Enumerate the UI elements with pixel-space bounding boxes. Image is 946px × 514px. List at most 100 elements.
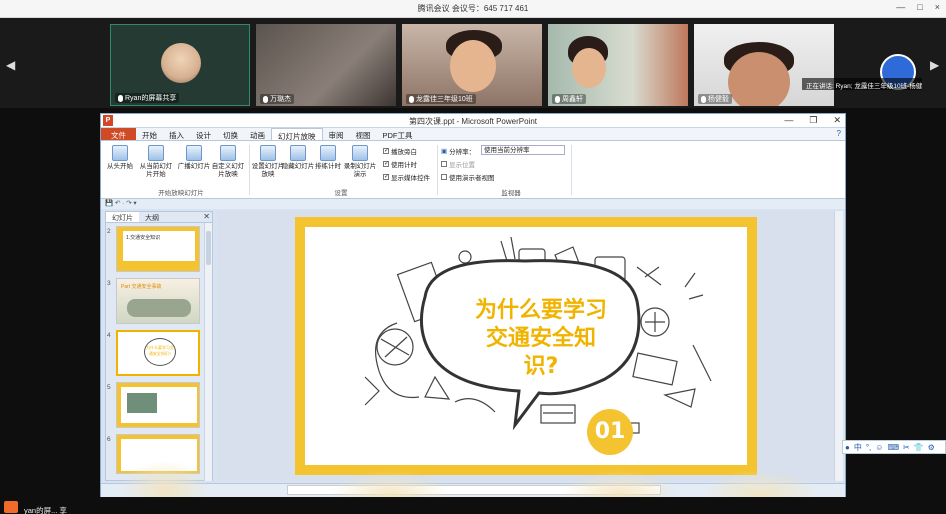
ime-skin-icon[interactable]: 👕: [914, 443, 924, 452]
slide-thumb-5[interactable]: [116, 382, 200, 428]
slide-canvas: 为什么要学习交通安全知识? 01: [217, 211, 843, 481]
tab-outline[interactable]: 大纲: [139, 212, 165, 222]
speaking-indicator: 正在讲话: Ryan; 龙露佳三年级10班-杨健毅: [802, 78, 922, 90]
custom-show-button[interactable]: 自定义幻灯片放映: [209, 145, 247, 179]
maximize-button[interactable]: □: [917, 2, 922, 12]
hide-slide-button[interactable]: 隐藏幻灯片: [281, 145, 315, 171]
checkbox-play-narrations[interactable]: ✓ 播放旁白: [383, 146, 417, 156]
tab-view[interactable]: 视图: [350, 128, 377, 140]
checkbox-show-on[interactable]: 显示位置: [441, 159, 475, 169]
tab-slide-show[interactable]: 幻灯片放映: [271, 128, 323, 141]
participant-name: Ryan的屏幕共享: [125, 95, 177, 102]
minimize-button[interactable]: —: [896, 2, 905, 12]
setup-show-button[interactable]: 设置幻灯片放映: [251, 145, 285, 179]
tab-slides[interactable]: 幻灯片: [106, 212, 139, 222]
tab-home[interactable]: 开始: [136, 128, 163, 140]
checkbox-use-timings[interactable]: ✓ 使用计时: [383, 159, 417, 169]
timer-icon: [320, 145, 336, 161]
slide-number: 5: [107, 384, 111, 391]
mic-icon: [701, 95, 706, 103]
from-beginning-button[interactable]: 从头开始: [103, 145, 137, 171]
mic-icon: [263, 95, 268, 103]
ime-scissors-icon[interactable]: ✂: [903, 443, 910, 452]
tab-pdf-tools[interactable]: PDF工具: [377, 128, 419, 140]
rehearse-timings-button[interactable]: 排练计时: [311, 145, 345, 171]
tab-design[interactable]: 设计: [190, 128, 217, 140]
record-icon: [352, 145, 368, 161]
share-label: yan的屏... 享: [24, 506, 67, 514]
tab-animations[interactable]: 动画: [244, 128, 271, 140]
mic-icon: [118, 94, 123, 102]
ime-settings-icon[interactable]: ⚙: [928, 443, 935, 452]
record-show-button[interactable]: 录制幻灯片演示: [343, 145, 377, 179]
participant-name: 龙露佳三年级10班: [416, 96, 473, 103]
avatar: [161, 43, 201, 83]
participant-name: 杨健毅: [708, 96, 729, 103]
play-current-icon: [148, 145, 164, 161]
tab-file[interactable]: 文件: [101, 128, 136, 140]
ribbon-tabs: 文件 开始 插入 设计 切换 动画 幻灯片放映 审阅 视图 PDF工具 ?: [101, 128, 845, 141]
slide-number: 6: [107, 436, 111, 443]
ime-emoji-icon[interactable]: ☺: [875, 443, 883, 452]
video-strip: ◀ ▶ Ryan的屏幕共享 万璐杰 龙露佳三年级10班 周鑫轩 杨健毅 正在讲话…: [0, 18, 946, 108]
help-icon[interactable]: ?: [837, 129, 841, 138]
slide-title: 为什么要学习交通安全知识?: [474, 298, 607, 379]
hide-slide-icon: [290, 145, 306, 161]
ppt-close-button[interactable]: ✕: [833, 115, 841, 126]
powerpoint-window: P 第四次课.ppt - Microsoft PowerPoint — ❐ ✕ …: [100, 113, 846, 497]
share-app-icon[interactable]: [4, 501, 18, 513]
close-pane-icon[interactable]: ✕: [203, 212, 210, 221]
resolution-dropdown[interactable]: 使用当前分辨率: [481, 145, 565, 155]
ribbon: 从头开始 从当前幻灯片开始 广播幻灯片 自定义幻灯片放映 开始放映幻灯片 设置幻…: [101, 141, 845, 199]
ime-toolbar: ● 中 °, ☺ ⌨ ✂ 👕 ⚙: [842, 440, 946, 454]
from-current-button[interactable]: 从当前幻灯片开始: [137, 145, 175, 179]
play-icon: [112, 145, 128, 161]
setup-icon: [260, 145, 276, 161]
mic-icon: [555, 95, 560, 103]
ppt-window-title: 第四次课.ppt - Microsoft PowerPoint: [408, 117, 538, 126]
tab-transitions[interactable]: 切换: [217, 128, 244, 140]
tab-review[interactable]: 审阅: [323, 128, 350, 140]
slide-number: 2: [107, 228, 111, 235]
slide-thumb-2[interactable]: 1.交通安全知识: [116, 226, 200, 272]
slides-scrollbar[interactable]: [204, 223, 212, 481]
slide-thumb-3[interactable]: Part 交通安全事故: [116, 278, 200, 324]
ppt-restore-button[interactable]: ❐: [809, 115, 817, 126]
video-tile-2[interactable]: 万璐杰: [256, 24, 396, 106]
slide-thumb-4[interactable]: 为什么要学习交通安全知识?: [116, 330, 200, 376]
ime-mode-button[interactable]: 中: [854, 442, 862, 453]
meeting-title-bar: 腾讯会议 会议号：645 717 461 — □ ×: [0, 0, 946, 18]
slide-number: 3: [107, 280, 111, 287]
participant-name: 周鑫轩: [562, 96, 583, 103]
checkbox-presenter-view[interactable]: 使用演示者视图: [441, 172, 495, 182]
ime-keyboard-icon[interactable]: ⌨: [887, 443, 899, 452]
video-tile-4[interactable]: 周鑫轩: [548, 24, 688, 106]
ime-punct-button[interactable]: °,: [866, 443, 871, 452]
next-page-arrow-icon[interactable]: ▶: [930, 58, 939, 72]
slides-pane: 幻灯片 大纲 ✕ 2 1.交通安全知识 3 Part 交通安全事故 4 为什么要…: [105, 211, 213, 481]
group-start-slideshow: 开始放映幻灯片: [158, 190, 204, 197]
broadcast-icon: [186, 145, 202, 161]
quick-access-toolbar[interactable]: 💾 ↶ · ↷ ▾: [101, 199, 845, 209]
group-monitors: 监视器: [501, 190, 521, 197]
group-setup: 设置: [334, 190, 348, 197]
checkbox-show-media-controls[interactable]: ✓ 显示媒体控件: [383, 172, 430, 182]
participant-face: [450, 40, 496, 92]
slide-number-badge: 01: [587, 409, 633, 455]
ppt-minimize-button[interactable]: —: [784, 115, 793, 126]
close-button[interactable]: ×: [935, 2, 940, 12]
video-tile-1[interactable]: Ryan的屏幕共享: [110, 24, 250, 106]
prev-page-arrow-icon[interactable]: ◀: [6, 58, 15, 72]
resolution-label: ▣ 分辨率：: [441, 148, 476, 156]
screen: 腾讯会议 会议号：645 717 461 — □ × ◀ ▶ Ryan的屏幕共享…: [0, 0, 946, 514]
slide-number: 4: [107, 332, 111, 339]
video-tile-3[interactable]: 龙露佳三年级10班: [402, 24, 542, 106]
bottom-bar: [0, 497, 946, 514]
ime-logo-icon[interactable]: ●: [845, 443, 850, 452]
tab-insert[interactable]: 插入: [163, 128, 190, 140]
mic-icon: [409, 95, 414, 103]
video-tile-5[interactable]: 杨健毅: [694, 24, 834, 106]
participant-face: [728, 52, 790, 106]
broadcast-button[interactable]: 广播幻灯片: [177, 145, 211, 171]
current-slide[interactable]: 为什么要学习交通安全知识? 01: [295, 217, 757, 475]
